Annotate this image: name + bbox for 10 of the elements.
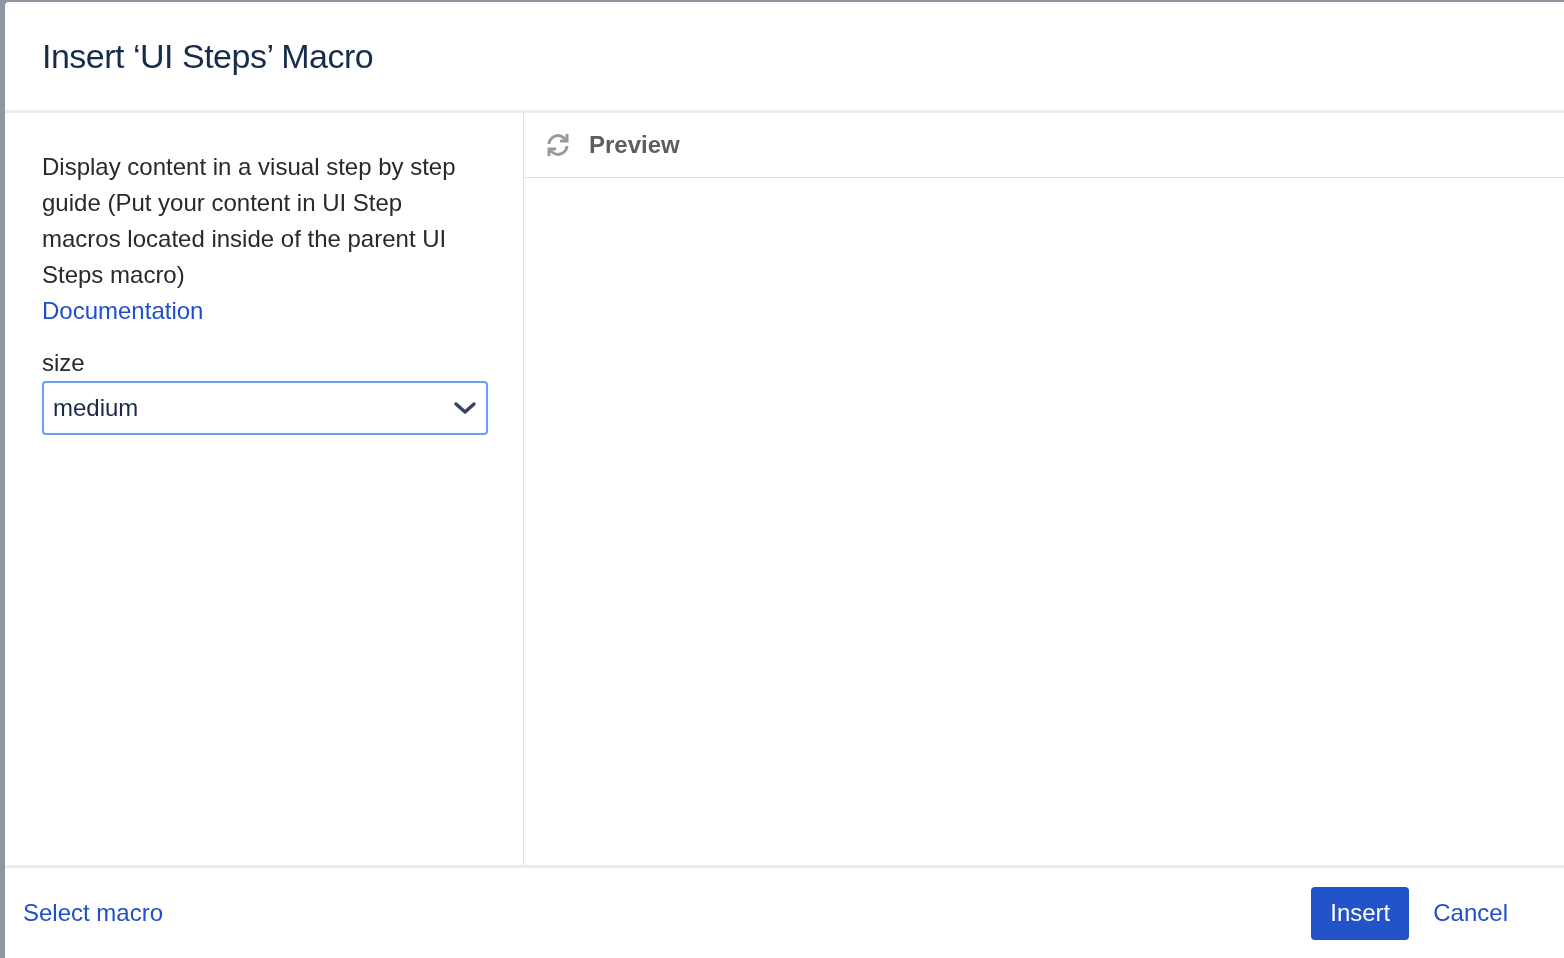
insert-button[interactable]: Insert [1311, 886, 1410, 940]
chevron-down-icon [453, 400, 477, 416]
dialog-title: Insert ‘UI Steps’ Macro [42, 35, 374, 77]
macro-description: Display content in a visual step by step guide (Put your content in UI Step macros located inside of the parent UI Steps macro) [42, 152, 457, 290]
cancel-button[interactable]: Cancel [1415, 886, 1526, 940]
select-macro-link[interactable]: Select macro [23, 895, 164, 931]
documentation-link[interactable]: Documentation [42, 297, 204, 324]
field-label: size [42, 348, 86, 378]
size-dropdown[interactable]: medium [42, 381, 488, 435]
preview-heading: Preview [589, 130, 680, 160]
